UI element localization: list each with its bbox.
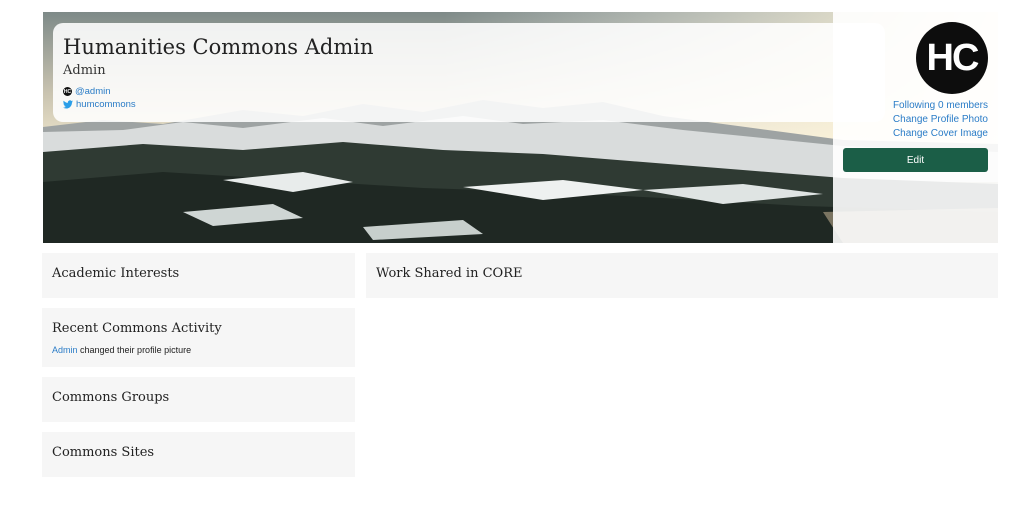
commons-sites-heading: Commons Sites [52, 445, 155, 460]
profile-name-card: Humanities Commons Admin Admin HC @admin… [53, 23, 885, 122]
activity-item: Admin changed their profile picture [52, 345, 191, 355]
recent-activity-heading: Recent Commons Activity [52, 321, 222, 336]
twitter-handle-text: humcommons [76, 99, 136, 110]
profile-role: Admin [63, 63, 106, 78]
commons-groups-heading: Commons Groups [52, 390, 170, 405]
academic-interests-panel: Academic Interests [42, 253, 355, 298]
twitter-icon [63, 100, 73, 109]
avatar: HC [916, 22, 988, 94]
recent-activity-panel: Recent Commons Activity Admin changed th… [42, 308, 355, 367]
commons-sites-panel: Commons Sites [42, 432, 355, 477]
change-profile-photo-link[interactable]: Change Profile Photo [893, 114, 988, 125]
following-link[interactable]: Following 0 members [893, 100, 988, 111]
hc-handle-text: @admin [75, 86, 111, 97]
edit-button[interactable]: Edit [843, 148, 988, 172]
twitter-link[interactable]: humcommons [63, 99, 136, 110]
activity-text: changed their profile picture [77, 345, 192, 355]
core-work-heading: Work Shared in CORE [376, 266, 523, 281]
core-work-panel: Work Shared in CORE [366, 253, 998, 298]
change-cover-image-link[interactable]: Change Cover Image [893, 128, 988, 139]
hc-handle-link[interactable]: HC @admin [63, 86, 111, 97]
commons-groups-panel: Commons Groups [42, 377, 355, 422]
hc-icon: HC [63, 87, 72, 96]
activity-user-link[interactable]: Admin [52, 345, 78, 355]
academic-interests-heading: Academic Interests [52, 266, 180, 281]
profile-display-name: Humanities Commons Admin [63, 35, 374, 59]
avatar-text: HC [926, 36, 980, 79]
